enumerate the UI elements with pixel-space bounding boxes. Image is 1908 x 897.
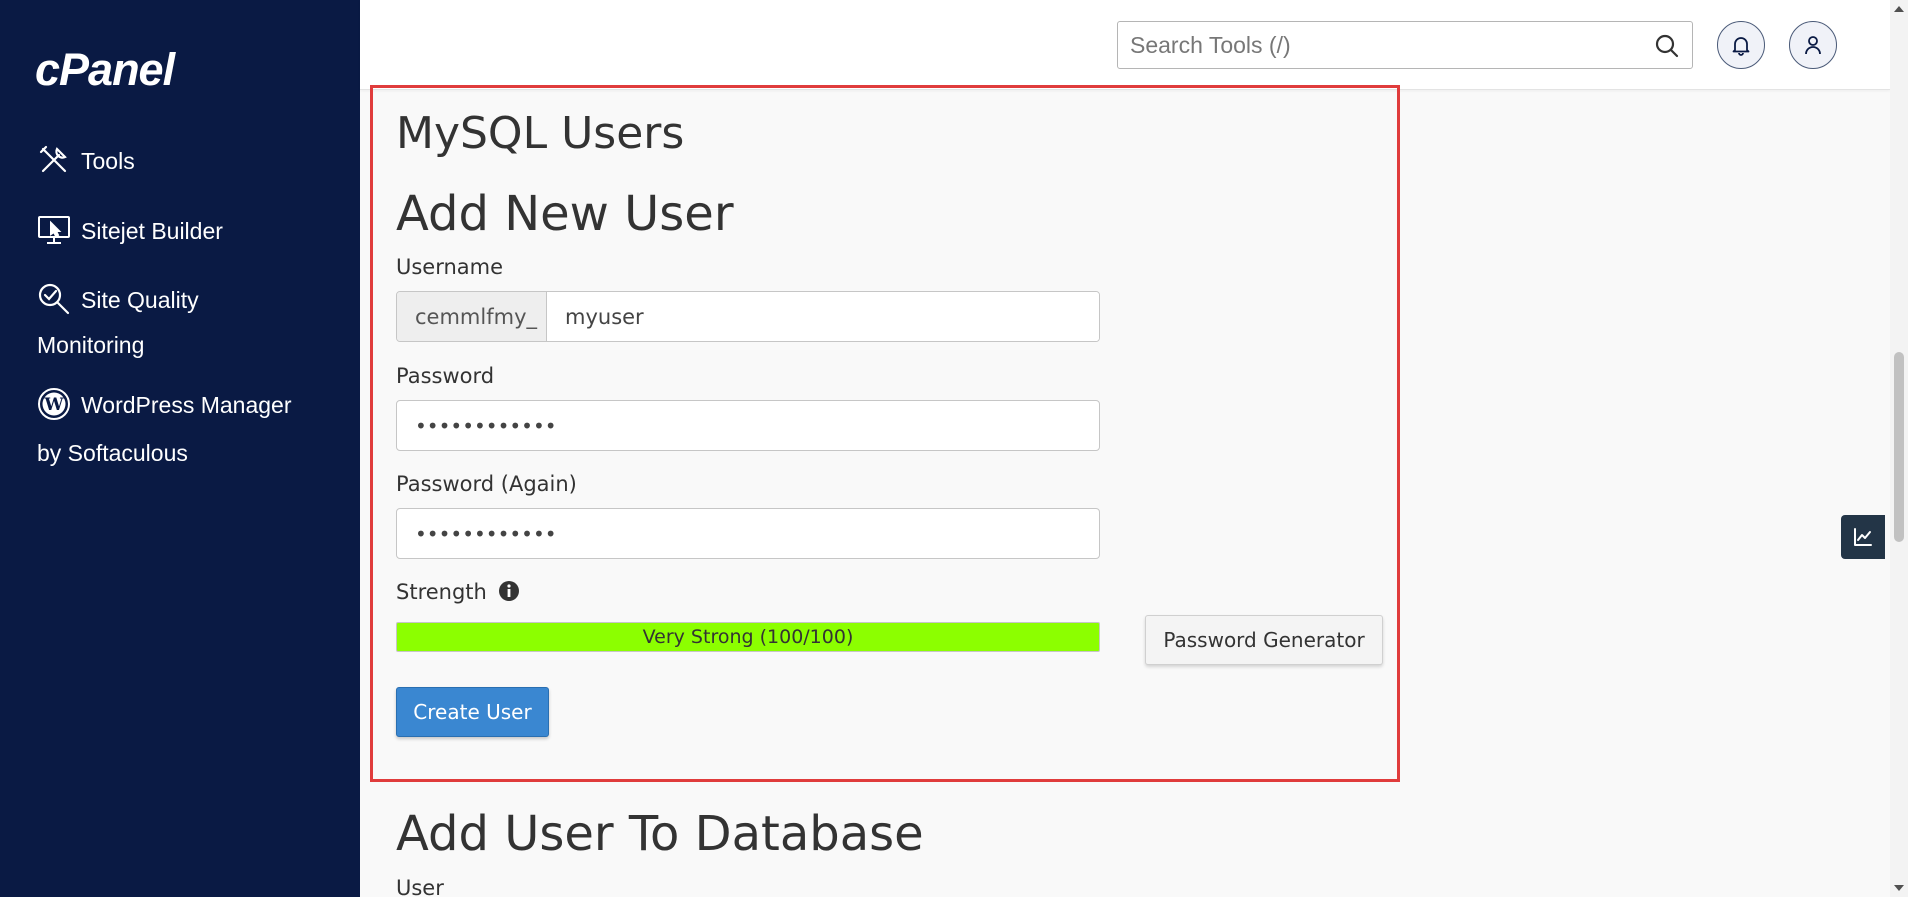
sidebar-item-label-continued[interactable]: by Softaculous [37,430,337,476]
add-new-user-title: Add New User [396,186,734,242]
password-again-input[interactable] [396,508,1100,559]
sidebar-item-label-continued[interactable]: Monitoring [37,322,337,368]
top-bar [360,0,1890,90]
search-icon[interactable] [1654,33,1680,59]
cpanel-logo[interactable]: cPanel [35,44,175,96]
password-again-label: Password (Again) [396,472,577,496]
search-input[interactable] [1130,22,1630,68]
user-menu-button[interactable] [1789,21,1837,69]
sidebar-item-label: Site Quality [81,287,199,313]
password-input[interactable] [396,400,1100,451]
wordpress-icon: W [37,387,71,421]
notifications-button[interactable] [1717,21,1765,69]
sidebar-item-wordpress-manager[interactable]: W WordPress Manager [37,382,337,428]
user-label: User [396,876,444,897]
magnifier-check-icon [37,282,71,316]
username-prefix: cemmlfmy_ [397,292,547,341]
sidebar-item-label: WordPress Manager [81,392,292,418]
username-input[interactable] [547,292,1099,341]
chart-line-icon [1854,528,1872,546]
create-user-button[interactable]: Create User [396,687,549,737]
password-generator-button[interactable]: Password Generator [1145,615,1383,665]
password-strength-meter: Very Strong (100/100) [396,622,1100,652]
add-user-to-database-title: Add User To Database [396,806,924,862]
bell-icon [1732,37,1750,56]
tools-icon [37,143,71,177]
monitor-icon [37,213,71,247]
sidebar-item-label: Tools [81,148,135,174]
scrollbar-thumb[interactable] [1894,352,1904,542]
sidebar-item-site-quality-monitoring[interactable]: Site Quality [37,277,337,323]
password-strength-text: Very Strong (100/100) [642,626,854,648]
svg-text:W: W [43,395,64,415]
info-icon[interactable] [498,580,520,602]
strength-label: Strength [396,580,520,604]
sidebar-item-sitejet-builder[interactable]: Sitejet Builder [37,208,337,254]
stats-panel-toggle[interactable] [1841,515,1885,559]
sidebar-item-label: Sitejet Builder [81,218,223,244]
user-icon [1805,36,1821,55]
password-label: Password [396,364,495,388]
page-title: MySQL Users [396,108,685,159]
sidebar-item-tools[interactable]: Tools [37,138,337,184]
page-scrollbar[interactable] [1890,0,1908,897]
scroll-down-arrow-icon[interactable] [1892,881,1906,895]
scroll-up-arrow-icon[interactable] [1892,2,1906,16]
username-input-group: cemmlfmy_ [396,291,1100,342]
sidebar: cPanel Tools Sitejet Builder Site Qualit… [0,0,360,897]
search-box[interactable] [1117,21,1693,69]
username-label: Username [396,255,504,279]
